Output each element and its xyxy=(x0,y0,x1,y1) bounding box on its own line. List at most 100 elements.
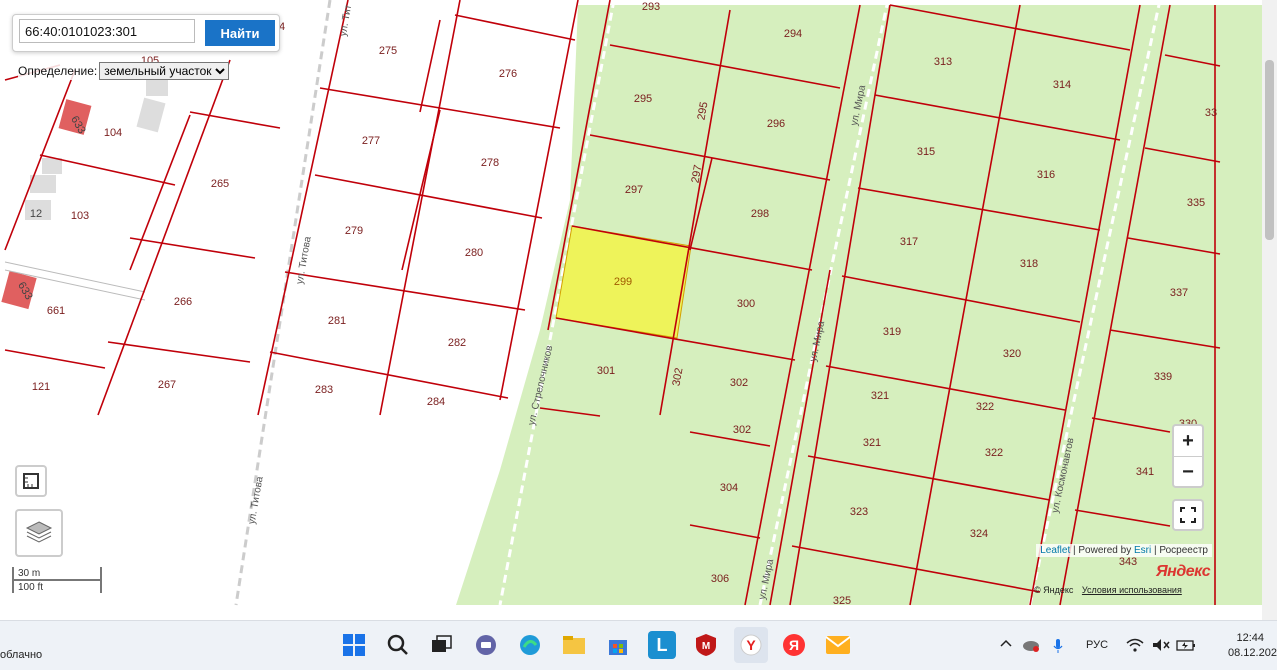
fullscreen-button[interactable] xyxy=(1172,499,1204,531)
parcel-label: 295 xyxy=(633,93,653,105)
clock[interactable]: 12:44 08.12.2022 xyxy=(1228,631,1277,661)
find-button[interactable]: Найти xyxy=(205,20,275,46)
chevron-up-icon[interactable] xyxy=(1000,638,1012,651)
parcel-label: 279 xyxy=(344,225,364,237)
parcel-label: 33 xyxy=(1204,107,1218,119)
parcel-label: 300 xyxy=(736,298,756,310)
house-number: 12 xyxy=(29,208,43,220)
parcel-label: 104 xyxy=(103,127,123,139)
volume-muted-icon[interactable] xyxy=(1152,638,1170,655)
weather-text[interactable]: облачно xyxy=(0,649,42,661)
clock-time: 12:44 xyxy=(1236,632,1264,644)
parcel-label: 319 xyxy=(882,326,902,338)
l-app-icon[interactable]: L xyxy=(648,631,676,659)
chat-icon[interactable] xyxy=(472,631,500,659)
parcel-label: 315 xyxy=(916,146,936,158)
mail-icon[interactable] xyxy=(824,631,852,659)
start-icon[interactable] xyxy=(340,631,368,659)
parcel-label: 267 xyxy=(157,379,177,391)
powered-by-text: Powered by xyxy=(1078,545,1132,556)
scale-imperial: 100 ft xyxy=(12,579,102,593)
terms-link[interactable]: Условия использования xyxy=(1082,585,1182,595)
layers-icon xyxy=(25,521,53,543)
scale-bar: 30 m 100 ft xyxy=(12,567,102,593)
parcel-label: 324 xyxy=(969,528,989,540)
parcel-label: 320 xyxy=(1002,348,1022,360)
yandex-browser-icon[interactable]: Y xyxy=(734,627,768,663)
parcel-label: 103 xyxy=(70,210,90,222)
parcel-label: 304 xyxy=(719,482,739,494)
definition-label: Определение: xyxy=(18,64,98,78)
rosreestr-text: Росреестр xyxy=(1159,545,1208,556)
parcel-label: 301 xyxy=(596,365,616,377)
parcel-label: 322 xyxy=(975,401,995,413)
parcel-label: 322 xyxy=(984,447,1004,459)
wifi-icon[interactable] xyxy=(1126,638,1144,655)
ruler-icon xyxy=(23,473,39,489)
map-view[interactable]: 293 294 313 314 295 296 315 316 297 298 … xyxy=(0,0,1277,620)
building xyxy=(42,158,62,174)
definition-row: Определение: земельный участок xyxy=(18,62,230,80)
parcel-label: 316 xyxy=(1036,169,1056,181)
parcel-label: 293 xyxy=(641,1,661,13)
svg-text:Я: Я xyxy=(789,637,799,653)
parcel-label: 302 xyxy=(729,377,749,389)
parcel-label: 265 xyxy=(210,178,230,190)
search-icon[interactable] xyxy=(384,631,412,659)
parcel-label: 121 xyxy=(31,381,51,393)
cadastral-search-panel: Найти xyxy=(12,14,280,52)
parcel-label: 337 xyxy=(1169,287,1189,299)
parcel-label: 314 xyxy=(1052,79,1072,91)
parcel-label: 318 xyxy=(1019,258,1039,270)
mcafee-icon[interactable]: M xyxy=(692,631,720,659)
fullextent-button[interactable] xyxy=(15,465,47,497)
scrollbar-thumb[interactable] xyxy=(1265,60,1274,240)
parcel-label: 325 xyxy=(832,595,852,607)
onedrive-icon[interactable] xyxy=(1022,638,1040,655)
parcel-label: 306 xyxy=(710,573,730,585)
parcel-label: 313 xyxy=(933,56,953,68)
store-icon[interactable] xyxy=(604,631,632,659)
zoom-out-button[interactable]: − xyxy=(1174,457,1202,487)
selected-parcel-label: 299 xyxy=(613,276,633,288)
parcel-label: 317 xyxy=(899,236,919,248)
parcel-label: 276 xyxy=(498,68,518,80)
parcel-label: 341 xyxy=(1135,466,1155,478)
taskbar: облачно L M Y Я РУС 12:44 08.12.202 xyxy=(0,620,1277,670)
parcel-label: 298 xyxy=(750,208,770,220)
zoom-in-button[interactable]: + xyxy=(1174,426,1202,457)
parcel-label: 266 xyxy=(173,296,193,308)
microphone-icon[interactable] xyxy=(1052,638,1064,657)
task-view-icon[interactable] xyxy=(428,631,456,659)
yandex-copyright-text: © Яндекс xyxy=(1034,585,1074,595)
parcel-label: 280 xyxy=(464,247,484,259)
parcel-label: 294 xyxy=(783,28,803,40)
page-scrollbar[interactable] xyxy=(1262,0,1277,620)
attribution: Leaflet | Powered by Esri | Росреестр xyxy=(1036,544,1212,557)
parcel-label: 661 xyxy=(46,305,66,317)
parcel-label: 281 xyxy=(327,315,347,327)
parcel-label: 297 xyxy=(624,184,644,196)
building xyxy=(136,97,166,133)
parcel-label: 335 xyxy=(1186,197,1206,209)
parcel-label: 302 xyxy=(732,424,752,436)
parcel-label: 321 xyxy=(862,437,882,449)
parcel-label: 283 xyxy=(314,384,334,396)
parcel-label: 343 xyxy=(1118,556,1138,568)
edge-icon[interactable] xyxy=(516,631,544,659)
svg-text:M: M xyxy=(702,641,710,652)
esri-link[interactable]: Esri xyxy=(1134,545,1151,556)
layers-button[interactable] xyxy=(15,509,63,557)
parcel-label: 284 xyxy=(426,396,446,408)
parcel-label: 321 xyxy=(870,390,890,402)
yandex-icon[interactable]: Я xyxy=(780,631,808,659)
battery-icon[interactable] xyxy=(1176,638,1196,655)
definition-select[interactable]: земельный участок xyxy=(99,62,230,80)
leaflet-link[interactable]: Leaflet xyxy=(1040,545,1070,556)
yandex-copyright: © Яндекс Условия использования xyxy=(1034,585,1182,595)
parcel-label: 277 xyxy=(361,135,381,147)
input-language[interactable]: РУС xyxy=(1086,639,1108,651)
cadastral-number-input[interactable] xyxy=(19,19,195,43)
file-explorer-icon[interactable] xyxy=(560,631,588,659)
parcel-label: 282 xyxy=(447,337,467,349)
